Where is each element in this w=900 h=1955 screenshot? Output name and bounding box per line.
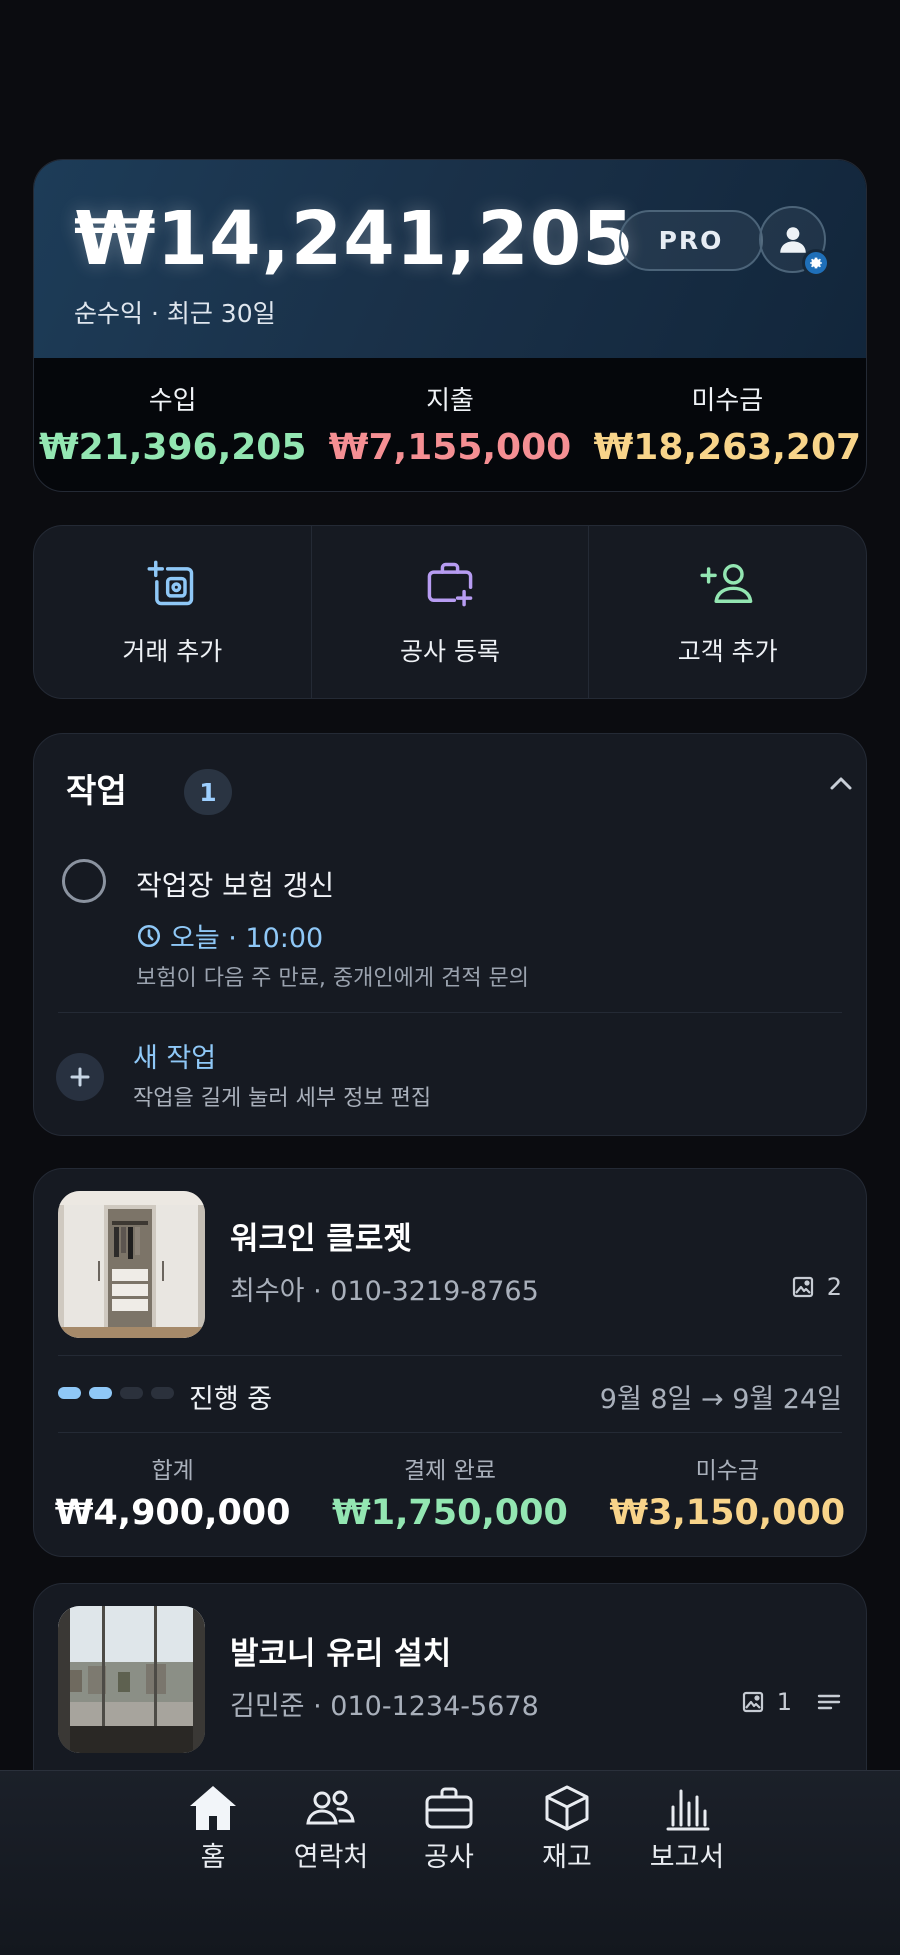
photo-count-value: 1 [776, 1688, 792, 1716]
add-user-icon [700, 563, 753, 603]
pro-badge[interactable]: PRO [619, 210, 763, 271]
nav-inventory-label: 재고 [542, 1842, 592, 1873]
divider [58, 1012, 842, 1013]
gear-icon [802, 249, 830, 277]
nav-reports[interactable]: 보고서 [632, 1783, 742, 1874]
notes-icon [817, 1694, 841, 1710]
quick-actions: 거래 추가 공사 등록 고객 추가 [33, 525, 867, 699]
task-time: 오늘 · 10:00 [136, 916, 323, 955]
project-photo[interactable] [58, 1191, 205, 1338]
box-icon [545, 1785, 589, 1831]
expense-stat[interactable]: 지출 ₩7,155,000 [311, 358, 588, 491]
chevron-up-icon [830, 777, 852, 790]
total-column: 합계 ₩4,900,000 [34, 1451, 311, 1533]
nav-home-label: 홈 [200, 1842, 226, 1873]
new-task-hint: 작업을 길게 눌러 세부 정보 편집 [133, 1086, 432, 1111]
add-transaction-label: 거래 추가 [122, 637, 223, 666]
task-checkbox[interactable] [62, 859, 106, 903]
due-column: 미수금 ₩3,150,000 [589, 1451, 866, 1533]
progress-step [58, 1387, 81, 1399]
project-status: 진행 중 [189, 1384, 273, 1415]
project-money: 합계 ₩4,900,000 결제 완료 ₩1,750,000 미수금 ₩3,15… [34, 1451, 866, 1533]
contacts-icon [306, 1790, 355, 1825]
photo-count: 2 [791, 1273, 842, 1301]
separator: · [313, 1276, 331, 1307]
add-transaction-button[interactable]: 거래 추가 [34, 526, 312, 698]
project-dates: 9월 8일 → 9월 24일 [599, 1384, 842, 1415]
image-icon [742, 1691, 763, 1713]
add-customer-button[interactable]: 고객 추가 [589, 526, 866, 698]
divider [58, 1432, 842, 1433]
contact-phone[interactable]: 010-1234-5678 [330, 1691, 538, 1722]
add-project-briefcase-icon [427, 562, 473, 607]
contact-name: 최수아 [230, 1276, 305, 1307]
receivable-stat[interactable]: 미수금 ₩18,263,207 [589, 358, 866, 491]
nav-inventory[interactable]: 재고 [512, 1783, 622, 1874]
project-photo[interactable] [58, 1606, 205, 1753]
photo-count: 1 [741, 1688, 842, 1716]
contact-phone[interactable]: 010-3219-8765 [330, 1276, 538, 1307]
tasks-card: 작업 1 작업장 보험 갱신 오늘 · 10:00 보험이 다음 주 만료, 중… [33, 733, 867, 1136]
tasks-count-badge: 1 [184, 769, 232, 815]
paid-column: 결제 완료 ₩1,750,000 [311, 1451, 588, 1533]
task-time-text: 오늘 · 10:00 [170, 923, 324, 954]
separator: · [313, 1691, 331, 1722]
income-value: ₩21,396,205 [38, 427, 307, 468]
expense-value: ₩7,155,000 [328, 427, 572, 468]
photo-count-value: 2 [826, 1273, 842, 1301]
profile-settings-button[interactable] [759, 206, 830, 277]
summary-header: ₩14,241,205 순수익 · 최근 30일 PRO [34, 160, 866, 358]
progress-indicator [58, 1387, 174, 1399]
project-contact: 김민준 · 010-1234-5678 [230, 1684, 539, 1723]
due-value: ₩3,150,000 [609, 1493, 846, 1533]
collapse-button[interactable] [828, 774, 854, 792]
paid-label: 결제 완료 [404, 1458, 496, 1484]
progress-step [89, 1387, 112, 1399]
image-icon [792, 1276, 813, 1298]
due-label: 미수금 [695, 1458, 760, 1484]
contact-name: 김민준 [230, 1691, 305, 1722]
new-task-button[interactable] [56, 1053, 104, 1101]
total-value: ₩4,900,000 [54, 1493, 291, 1533]
nav-contacts-label: 연락처 [293, 1842, 369, 1873]
summary-stats: 수입 ₩21,396,205 지출 ₩7,155,000 미수금 ₩18,263… [34, 358, 866, 491]
project-contact: 최수아 · 010-3219-8765 [230, 1269, 539, 1308]
plus-icon [70, 1067, 90, 1087]
add-project-button[interactable]: 공사 등록 [312, 526, 590, 698]
briefcase-icon [425, 1787, 473, 1829]
tasks-title: 작업 [66, 771, 127, 810]
clock-icon [137, 924, 161, 947]
expense-label: 지출 [426, 386, 474, 416]
receivable-value: ₩18,263,207 [593, 427, 862, 468]
income-label: 수입 [148, 386, 197, 416]
divider [58, 1355, 842, 1356]
nav-reports-label: 보고서 [649, 1842, 725, 1873]
nav-home[interactable]: 홈 [158, 1783, 268, 1874]
bar-chart-icon [666, 1789, 710, 1831]
progress-step [151, 1387, 174, 1399]
new-task-link[interactable]: 새 작업 [133, 1036, 216, 1075]
paid-value: ₩1,750,000 [332, 1493, 568, 1533]
net-profit-amount: ₩14,241,205 [74, 196, 635, 282]
project-name: 워크인 클로젯 [230, 1221, 412, 1257]
nav-projects-label: 공사 [424, 1842, 474, 1873]
user-icon [779, 226, 806, 253]
home-icon [190, 1786, 236, 1830]
add-project-label: 공사 등록 [400, 637, 500, 666]
project-card[interactable]: 워크인 클로젯 최수아 · 010-3219-8765 2 진행 중 9월 8일… [33, 1168, 867, 1557]
nav-contacts[interactable]: 연락처 [276, 1783, 386, 1874]
add-transaction-icon [147, 560, 194, 606]
total-label: 합계 [151, 1458, 194, 1484]
income-stat[interactable]: 수입 ₩21,396,205 [34, 358, 311, 491]
progress-step [120, 1387, 143, 1399]
bottom-navigation: 홈 연락처 공사 재고 보고서 [0, 1770, 900, 1955]
task-title[interactable]: 작업장 보험 갱신 [136, 864, 334, 904]
receivable-label: 미수금 [691, 386, 764, 416]
project-name: 발코니 유리 설치 [230, 1636, 452, 1672]
summary-card: ₩14,241,205 순수익 · 최근 30일 PRO 수입 ₩21,396,… [33, 159, 867, 492]
nav-projects[interactable]: 공사 [394, 1783, 504, 1874]
net-profit-label: 순수익 · 최근 30일 [74, 299, 276, 328]
add-customer-label: 고객 추가 [677, 637, 778, 666]
task-description: 보험이 다음 주 만료, 중개인에게 견적 문의 [136, 966, 530, 991]
